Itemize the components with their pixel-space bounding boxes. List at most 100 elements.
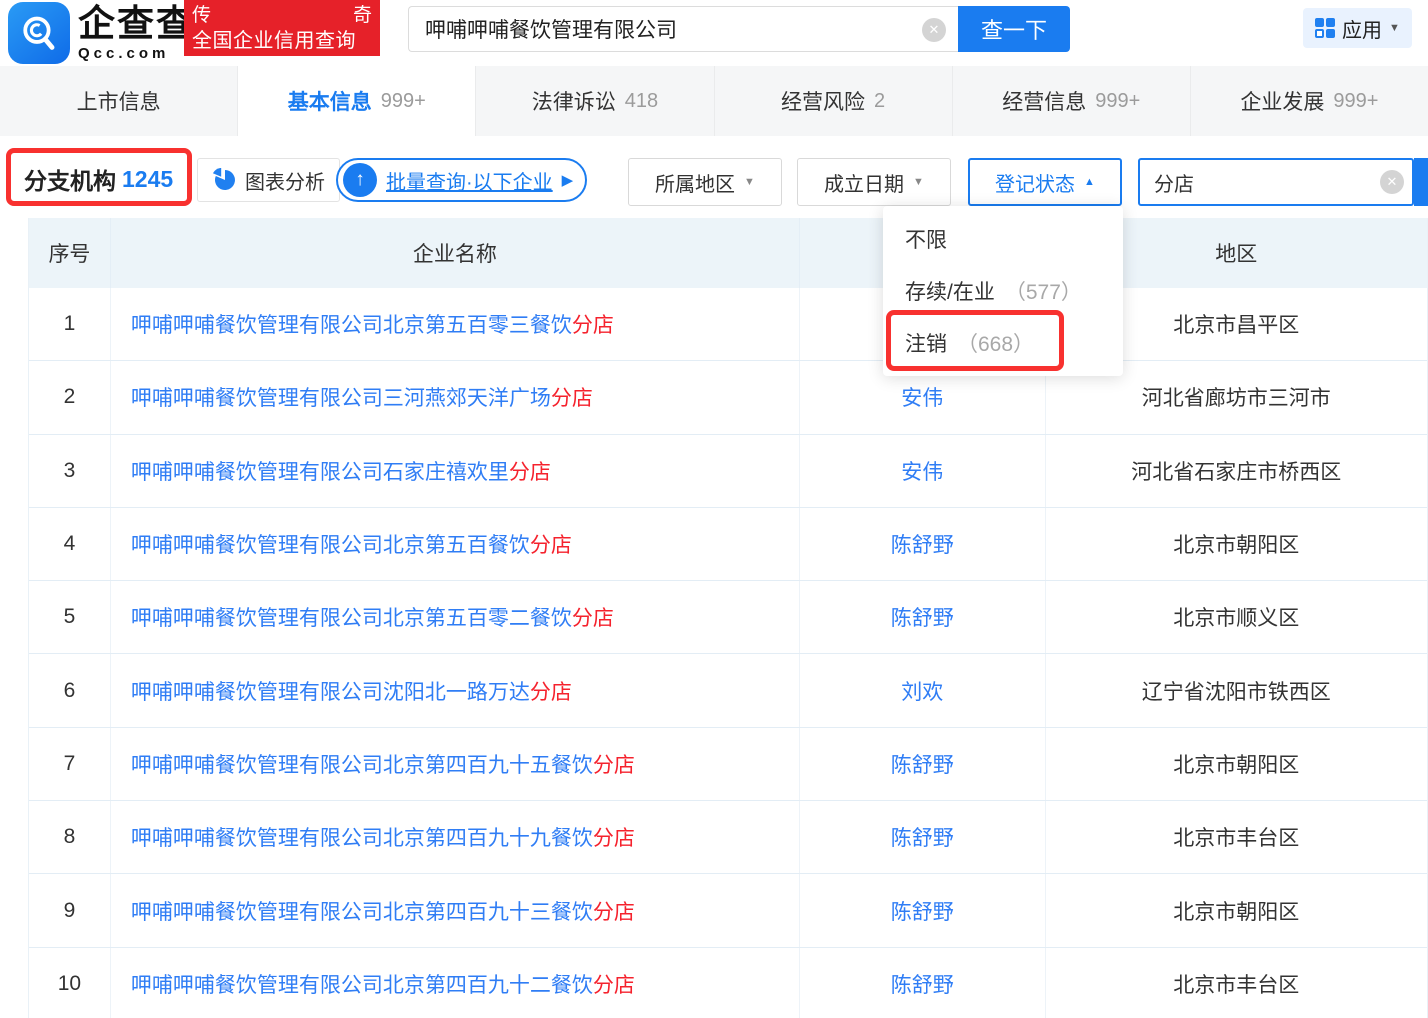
brand-domain: Qcc.com bbox=[78, 45, 195, 62]
tab-legal-litigation[interactable]: 法律诉讼418 bbox=[476, 66, 714, 136]
keyword-highlight: 分店 bbox=[551, 387, 593, 410]
pie-chart-icon bbox=[212, 168, 236, 192]
table-row: 6呷哺呷哺餐饮管理有限公司沈阳北一路万达分店刘欢辽宁省沈阳市铁西区 bbox=[29, 654, 1427, 727]
company-link[interactable]: 呷哺呷哺餐饮管理有限公司三河燕郊天洋广场分店 bbox=[131, 382, 593, 412]
representative-link[interactable]: 陈舒野 bbox=[891, 969, 954, 999]
arrow-right-icon: ▶ bbox=[562, 171, 574, 189]
promo-banner-top: 传 奇 bbox=[192, 3, 372, 28]
filter-date-label: 成立日期 bbox=[824, 168, 904, 197]
representative-link[interactable]: 刘欢 bbox=[901, 676, 943, 706]
tab-company-development[interactable]: 企业发展999+ bbox=[1191, 66, 1428, 136]
row-index: 9 bbox=[29, 874, 111, 946]
search-button[interactable]: 查一下 bbox=[958, 6, 1070, 52]
company-cell: 呷哺呷哺餐饮管理有限公司北京第四百九十五餐饮分店 bbox=[111, 728, 800, 800]
tab-count: 999+ bbox=[1095, 90, 1140, 113]
page: 企查查 Qcc.com 传 奇 全国企业信用查询 ✕ 查一下 应用 ▼ 上市信息… bbox=[0, 0, 1428, 1018]
status-option-existing[interactable]: 存续/在业（577） bbox=[883, 265, 1123, 317]
row-index: 2 bbox=[29, 361, 111, 433]
representative-link[interactable]: 陈舒野 bbox=[891, 529, 954, 559]
company-link[interactable]: 呷哺呷哺餐饮管理有限公司北京第五百餐饮分店 bbox=[131, 529, 572, 559]
top-header: 企查查 Qcc.com 传 奇 全国企业信用查询 ✕ 查一下 应用 ▼ bbox=[0, 0, 1428, 66]
qcc-logo[interactable] bbox=[8, 2, 70, 64]
tab-business-info[interactable]: 经营信息 999+ bbox=[953, 66, 1191, 136]
table-body: 1呷哺呷哺餐饮管理有限公司北京第五百零三餐饮分店北京市昌平区2呷哺呷哺餐饮管理有… bbox=[29, 288, 1427, 1018]
table-row: 9呷哺呷哺餐饮管理有限公司北京第四百九十三餐饮分店陈舒野北京市朝阳区 bbox=[29, 874, 1427, 947]
row-index: 7 bbox=[29, 728, 111, 800]
filter-status-dropdown[interactable]: 登记状态 ▲ bbox=[968, 158, 1122, 206]
representative-cell: 陈舒野 bbox=[800, 728, 1046, 800]
caret-up-icon: ▲ bbox=[1084, 177, 1095, 188]
keyword-highlight: 分店 bbox=[593, 974, 635, 997]
company-cell: 呷哺呷哺餐饮管理有限公司沈阳北一路万达分店 bbox=[111, 654, 800, 726]
status-option-label: 注销 bbox=[905, 328, 947, 358]
company-cell: 呷哺呷哺餐饮管理有限公司三河燕郊天洋广场分店 bbox=[111, 361, 800, 433]
company-link[interactable]: 呷哺呷哺餐饮管理有限公司北京第四百九十九餐饮分店 bbox=[131, 822, 635, 852]
header-index: 序号 bbox=[29, 218, 111, 288]
representative-cell: 陈舒野 bbox=[800, 581, 1046, 653]
company-name-text: 呷哺呷哺餐饮管理有限公司北京第五百零三餐饮 bbox=[131, 314, 572, 337]
chart-analysis-label: 图表分析 bbox=[245, 166, 325, 195]
row-index: 10 bbox=[29, 948, 111, 1018]
apps-grid-icon bbox=[1315, 18, 1335, 38]
filter-date-dropdown[interactable]: 成立日期 ▼ bbox=[797, 158, 951, 206]
tab-bar: 上市信息 基本信息999+法律诉讼418经营风险2 经营信息 999+ 企业发展999+ bbox=[0, 66, 1428, 136]
search-clear-icon[interactable]: ✕ bbox=[922, 18, 946, 42]
promo-banner[interactable]: 传 奇 全国企业信用查询 bbox=[184, 0, 380, 56]
tab-listing-info[interactable]: 上市信息 bbox=[0, 66, 238, 136]
company-link[interactable]: 呷哺呷哺餐饮管理有限公司北京第五百零二餐饮分店 bbox=[131, 602, 614, 632]
keyword-search-button-cropped[interactable] bbox=[1414, 158, 1428, 206]
table-row: 7 呷哺呷哺餐饮管理有限公司北京第四百九十五餐饮分店 陈舒野 北京市朝阳区 bbox=[29, 728, 1427, 801]
company-link[interactable]: 呷哺呷哺餐饮管理有限公司沈阳北一路万达分店 bbox=[131, 676, 572, 706]
keyword-highlight: 分店 bbox=[530, 534, 572, 557]
keyword-highlight: 分店 bbox=[593, 901, 635, 924]
keyword-clear-icon[interactable]: ✕ bbox=[1380, 170, 1404, 194]
batch-query-button[interactable]: ↑ 批量查询·以下企业 ▶ bbox=[336, 158, 587, 202]
representative-link[interactable]: 陈舒野 bbox=[891, 602, 954, 632]
representative-link[interactable]: 陈舒野 bbox=[891, 749, 954, 779]
representative-cell: 陈舒野 bbox=[800, 508, 1046, 580]
keyword-highlight: 分店 bbox=[593, 827, 635, 850]
status-option-cancelled[interactable]: 注销（668） bbox=[883, 317, 1123, 369]
representative-link[interactable]: 陈舒野 bbox=[891, 896, 954, 926]
tab-business-risk[interactable]: 经营风险2 bbox=[715, 66, 953, 136]
table-row: 8呷哺呷哺餐饮管理有限公司北京第四百九十九餐饮分店陈舒野北京市丰台区 bbox=[29, 801, 1427, 874]
representative-cell: 陈舒野 bbox=[800, 874, 1046, 946]
status-option-label: 存续/在业 bbox=[905, 276, 995, 306]
batch-query-label: 批量查询·以下企业 bbox=[386, 166, 553, 195]
tab-basic-info[interactable]: 基本信息999+ bbox=[238, 66, 476, 136]
region-text: 辽宁省沈阳市铁西区 bbox=[1046, 654, 1427, 726]
branches-table: 序号 企业名称 地区 1呷哺呷哺餐饮管理有限公司北京第五百零三餐饮分店北京市昌平… bbox=[28, 218, 1428, 1018]
tab-label: 上市信息 bbox=[77, 86, 161, 116]
company-link[interactable]: 呷哺呷哺餐饮管理有限公司北京第四百九十五餐饮分店 bbox=[131, 749, 635, 779]
company-name-text: 呷哺呷哺餐饮管理有限公司北京第四百九十三餐饮 bbox=[131, 901, 593, 924]
keyword-highlight: 分店 bbox=[509, 461, 551, 484]
tab-label: 基本信息 bbox=[288, 86, 372, 116]
region-text: 北京市朝阳区 bbox=[1046, 508, 1427, 580]
company-name-text: 呷哺呷哺餐饮管理有限公司三河燕郊天洋广场 bbox=[131, 387, 551, 410]
table-row: 3呷哺呷哺餐饮管理有限公司石家庄禧欢里分店安伟河北省石家庄市桥西区 bbox=[29, 435, 1427, 508]
status-option-unlimited[interactable]: 不限 bbox=[883, 213, 1123, 265]
section-title: 分支机构 bbox=[24, 162, 116, 196]
region-text: 北京市丰台区 bbox=[1046, 801, 1427, 873]
batch-upload-icon: ↑ bbox=[343, 163, 377, 197]
company-link[interactable]: 呷哺呷哺餐饮管理有限公司北京第五百零三餐饮分店 bbox=[131, 309, 614, 339]
caret-down-icon: ▼ bbox=[744, 177, 755, 188]
search-input[interactable] bbox=[409, 7, 958, 51]
filter-region-dropdown[interactable]: 所属地区 ▼ bbox=[628, 158, 782, 206]
company-link[interactable]: 呷哺呷哺餐饮管理有限公司北京第四百九十三餐饮分店 bbox=[131, 896, 635, 926]
brand-text[interactable]: 企查查 Qcc.com bbox=[78, 5, 195, 62]
table-header-row: 序号 企业名称 地区 bbox=[29, 218, 1427, 288]
representative-link[interactable]: 安伟 bbox=[901, 456, 943, 486]
chart-analysis-button[interactable]: 图表分析 bbox=[197, 158, 340, 202]
row-index: 3 bbox=[29, 435, 111, 507]
company-link[interactable]: 呷哺呷哺餐饮管理有限公司北京第四百九十二餐饮分店 bbox=[131, 969, 635, 999]
region-text: 北京市朝阳区 bbox=[1046, 728, 1427, 800]
tab-label: 经营信息 bbox=[1002, 86, 1086, 116]
status-dropdown-panel: 不限存续/在业（577）注销（668） bbox=[883, 206, 1123, 376]
section-title-branches: 分支机构 1245 bbox=[24, 162, 173, 196]
representative-link[interactable]: 安伟 bbox=[901, 382, 943, 412]
company-link[interactable]: 呷哺呷哺餐饮管理有限公司石家庄禧欢里分店 bbox=[131, 456, 551, 486]
representative-link[interactable]: 陈舒野 bbox=[891, 822, 954, 852]
qcc-logo-icon bbox=[8, 2, 70, 64]
apps-button[interactable]: 应用 ▼ bbox=[1303, 8, 1412, 48]
